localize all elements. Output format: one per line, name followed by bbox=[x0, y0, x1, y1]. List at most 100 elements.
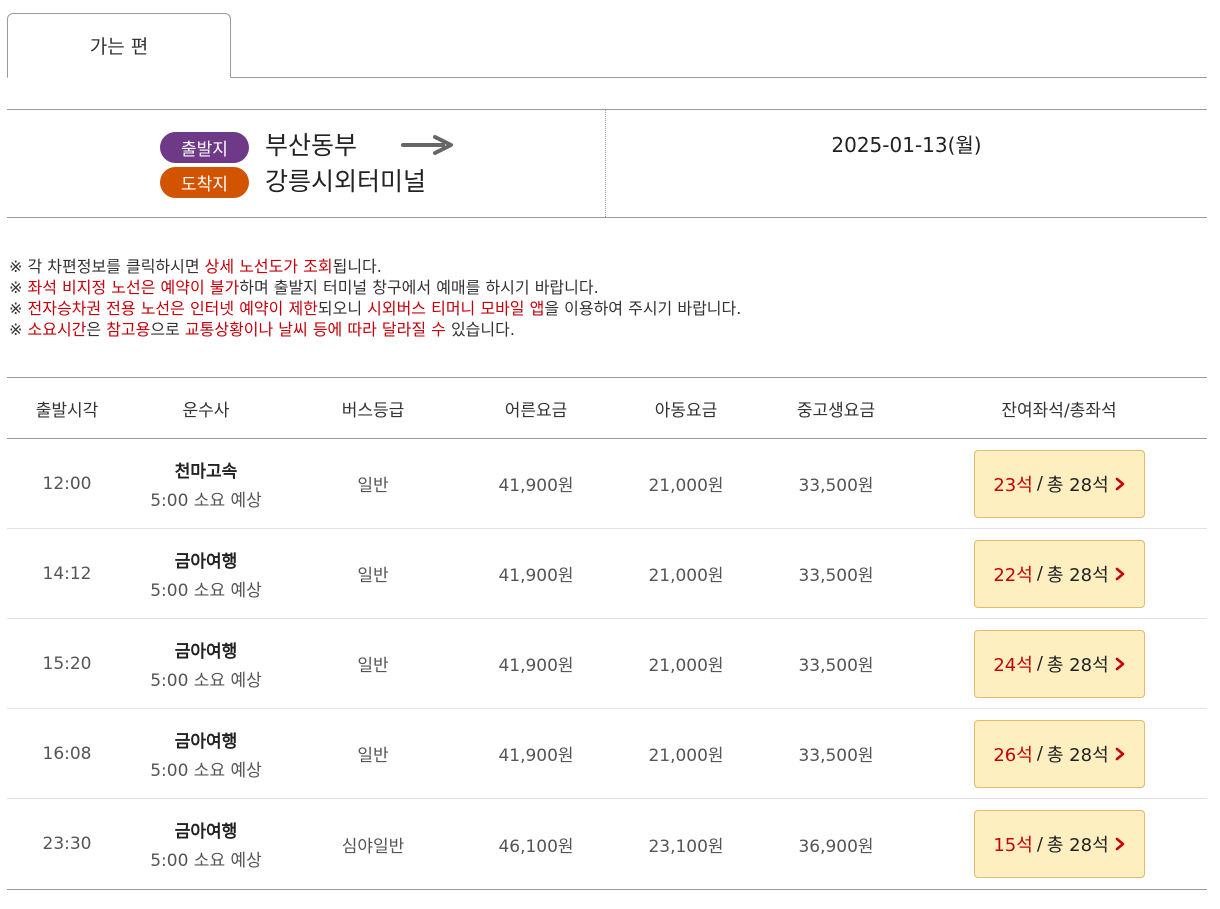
notice-highlight: 좌석 비지정 노선은 예약이 불가 bbox=[27, 278, 240, 297]
departure-time: 16:08 bbox=[42, 743, 92, 764]
student-fare: 33,500원 bbox=[798, 656, 874, 676]
notice-mark: ※ bbox=[9, 278, 23, 297]
notice-mark: ※ bbox=[9, 257, 23, 276]
bus-grade: 심야일반 bbox=[341, 836, 405, 857]
notice-text: 을 이용하여 주시기 바랍니다. bbox=[544, 299, 742, 318]
arrow-right-icon bbox=[401, 135, 453, 155]
seat-separator: / bbox=[1036, 473, 1043, 494]
student-fare: 33,500원 bbox=[798, 566, 874, 586]
notice-item: ※ 각 차편정보를 클릭하시면 상세 노선도가 조회됩니다. bbox=[9, 256, 1199, 277]
chevron-right-icon bbox=[1115, 477, 1124, 490]
remaining-seats: 26석 bbox=[993, 744, 1033, 766]
notice-text: 있습니다. bbox=[445, 320, 515, 339]
notice-highlight: 교통상황이나 날씨 등에 따라 달라질 수 bbox=[184, 320, 446, 339]
chevron-right-icon bbox=[1115, 567, 1124, 580]
total-seats: 총 28석 bbox=[1046, 564, 1109, 586]
bus-grade: 일반 bbox=[357, 476, 389, 496]
bus-grade: 일반 bbox=[357, 656, 389, 676]
notice-text: 은 bbox=[86, 320, 107, 339]
departure-time: 15:20 bbox=[42, 653, 92, 674]
route-summary: 출발지 부산동부 도착지 강릉시외터미널 2025-01-13(월) bbox=[7, 109, 1207, 218]
header-seats: 잔여좌석/총좌석 bbox=[1001, 400, 1117, 421]
adult-fare: 41,900원 bbox=[498, 566, 574, 586]
header-company: 운수사 bbox=[182, 400, 230, 421]
company-name: 천마고속 bbox=[174, 461, 238, 482]
header-student-fare: 중고생요금 bbox=[796, 400, 876, 421]
tab-bar: 가는 편 bbox=[7, 13, 1207, 78]
notice-highlight: 참고용 bbox=[106, 320, 151, 339]
header-child-fare: 아동요금 bbox=[654, 400, 718, 421]
remaining-seats: 22석 bbox=[993, 564, 1033, 586]
total-seats: 총 28석 bbox=[1046, 835, 1109, 856]
company-name: 금아여행 bbox=[174, 551, 238, 572]
notice-highlight: 시외버스 티머니 모바일 앱 bbox=[367, 299, 545, 318]
seat-select-button[interactable]: 26석 / 총 28석 bbox=[973, 719, 1145, 788]
travel-duration: 5:00 소요 예상 bbox=[150, 490, 262, 511]
departure-station: 부산동부 bbox=[265, 131, 358, 160]
bus-grade: 일반 bbox=[357, 746, 389, 766]
notice-text: 하며 출발지 터미널 창구에서 예매를 하시기 바랍니다. bbox=[239, 278, 599, 297]
company-name: 금아여행 bbox=[174, 822, 238, 842]
travel-duration: 5:00 소요 예상 bbox=[150, 851, 262, 871]
notice-list: ※ 각 차편정보를 클릭하시면 상세 노선도가 조회됩니다. ※ 좌석 비지정 노… bbox=[9, 256, 1199, 340]
seat-cell: 15석 / 총 28석 bbox=[911, 810, 1207, 878]
table-row[interactable]: 23:30 금아여행 5:00 소요 예상 심야일반 46,100원 23,100원 36,… bbox=[7, 799, 1207, 889]
student-fare: 33,500원 bbox=[798, 746, 874, 766]
seat-separator: / bbox=[1036, 563, 1043, 584]
notice-item: ※ 소요시간은 참고용으로 교통상황이나 날씨 등에 따라 달라질 수 있습니다… bbox=[9, 319, 1199, 340]
notice-highlight: 소요시간 bbox=[27, 320, 87, 339]
notice-highlight: 상세 노선도가 조회 bbox=[204, 257, 333, 276]
table-row[interactable]: 14:12 금아여행 5:00 소요 예상 일반 41,900원 21,000원 33,50… bbox=[7, 529, 1207, 619]
tab-outbound[interactable]: 가는 편 bbox=[7, 13, 231, 78]
table-row[interactable]: 12:00 천마고속 5:00 소요 예상 일반 41,900원 21,000원 33,50… bbox=[7, 439, 1207, 529]
notice-item: ※ 좌석 비지정 노선은 예약이 불가하며 출발지 터미널 창구에서 예매를 하… bbox=[9, 277, 1199, 298]
departure-badge: 출발지 bbox=[160, 132, 249, 163]
travel-duration: 5:00 소요 예상 bbox=[150, 760, 262, 781]
departure-date: 2025-01-13(월) bbox=[831, 132, 982, 157]
company-cell: 금아여행 5:00 소요 예상 bbox=[127, 817, 285, 871]
seat-select-button[interactable]: 15석 / 총 28석 bbox=[973, 810, 1145, 878]
student-fare: 33,500원 bbox=[798, 476, 874, 496]
arrival-badge: 도착지 bbox=[160, 167, 249, 198]
route-stations: 출발지 부산동부 도착지 강릉시외터미널 bbox=[7, 110, 606, 217]
child-fare: 21,000원 bbox=[648, 476, 724, 496]
table-row[interactable]: 15:20 금아여행 5:00 소요 예상 일반 41,900원 21,000원 33,50… bbox=[7, 619, 1207, 709]
seat-cell: 22석 / 총 28석 bbox=[911, 539, 1207, 608]
notice-item: ※ 전자승차권 전용 노선은 인터넷 예약이 제한되오니 시외버스 티머니 모바… bbox=[9, 298, 1199, 319]
seat-separator: / bbox=[1036, 653, 1043, 674]
seat-select-button[interactable]: 22석 / 총 28석 bbox=[973, 539, 1145, 608]
travel-duration: 5:00 소요 예상 bbox=[150, 670, 262, 691]
student-fare: 36,900원 bbox=[798, 836, 874, 857]
company-cell: 금아여행 5:00 소요 예상 bbox=[127, 637, 285, 691]
remaining-seats: 15석 bbox=[993, 835, 1033, 856]
departure-time: 23:30 bbox=[42, 834, 92, 854]
seat-select-button[interactable]: 24석 / 총 28석 bbox=[973, 629, 1145, 698]
header-departure-time: 출발시각 bbox=[35, 400, 99, 421]
adult-fare: 41,900원 bbox=[498, 746, 574, 766]
notice-highlight: 전자승차권 전용 노선은 인터넷 예약이 제한 bbox=[27, 299, 318, 318]
table-row[interactable]: 16:08 금아여행 5:00 소요 예상 일반 41,900원 21,000원 33,50… bbox=[7, 709, 1207, 799]
chevron-right-icon bbox=[1115, 747, 1124, 760]
seat-select-button[interactable]: 23석 / 총 28석 bbox=[973, 449, 1145, 518]
table-body: 12:00 천마고속 5:00 소요 예상 일반 41,900원 21,000원 33,50… bbox=[7, 439, 1207, 889]
travel-duration: 5:00 소요 예상 bbox=[150, 580, 262, 601]
departure-time: 14:12 bbox=[42, 563, 92, 584]
header-bus-grade: 버스등급 bbox=[341, 400, 405, 421]
child-fare: 21,000원 bbox=[648, 746, 724, 766]
notice-mark: ※ bbox=[9, 320, 23, 339]
departure-time: 12:00 bbox=[42, 473, 92, 494]
remaining-seats: 23석 bbox=[993, 474, 1033, 496]
seat-separator: / bbox=[1036, 833, 1043, 855]
arrival-station: 강릉시외터미널 bbox=[265, 167, 427, 196]
adult-fare: 41,900원 bbox=[498, 656, 574, 676]
notice-text: 각 차편정보를 클릭하시면 bbox=[22, 257, 205, 276]
company-cell: 금아여행 5:00 소요 예상 bbox=[127, 547, 285, 601]
company-cell: 금아여행 5:00 소요 예상 bbox=[127, 727, 285, 781]
seat-cell: 26석 / 총 28석 bbox=[911, 719, 1207, 788]
total-seats: 총 28석 bbox=[1046, 654, 1109, 676]
remaining-seats: 24석 bbox=[993, 654, 1033, 676]
notice-mark: ※ bbox=[9, 299, 23, 318]
schedule-table: 출발시각 운수사 버스등급 어른요금 아동요금 중고생요금 잔여좌석/총좌석 1… bbox=[7, 377, 1207, 890]
notice-text: 으로 bbox=[150, 320, 185, 339]
adult-fare: 46,100원 bbox=[498, 836, 574, 857]
